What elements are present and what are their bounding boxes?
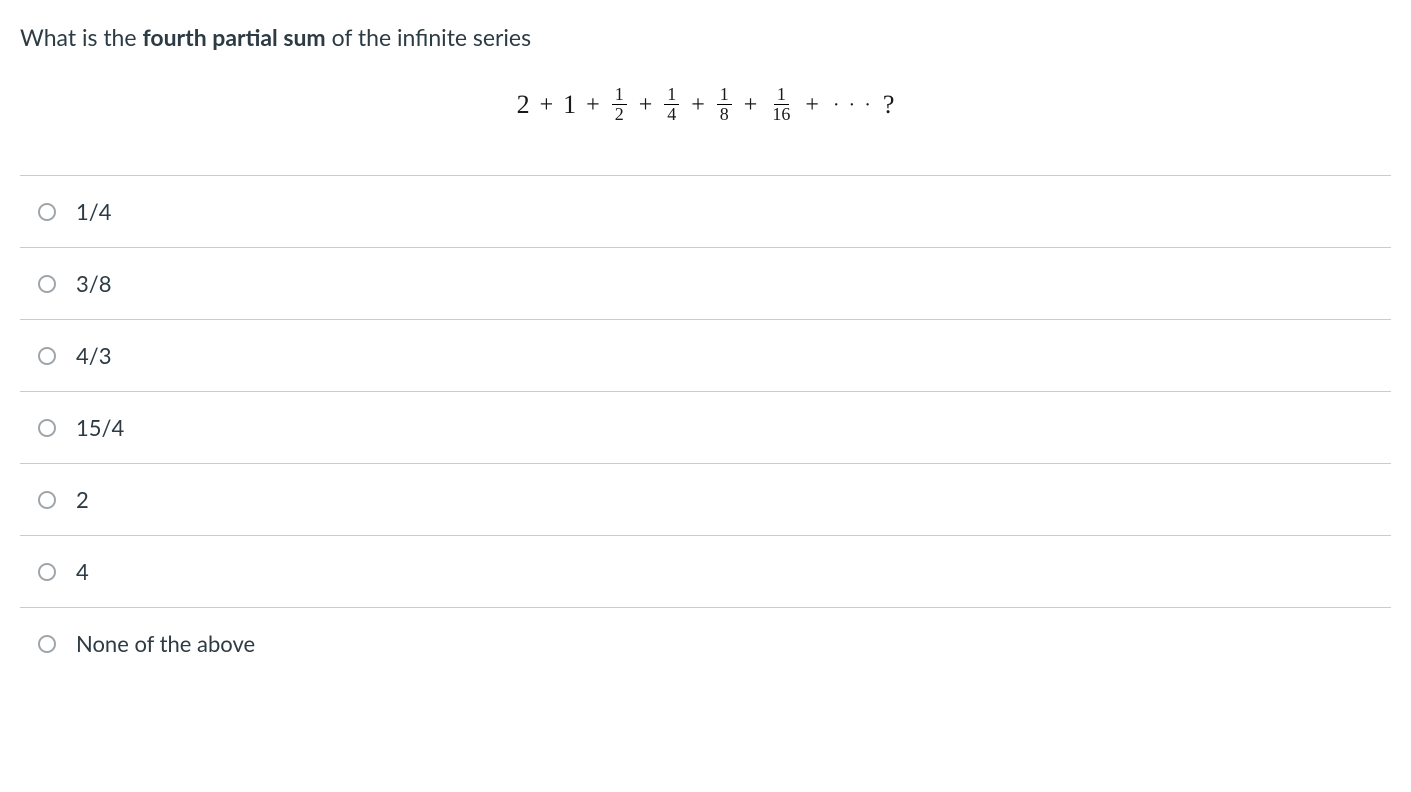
question-prefix: What is the	[20, 23, 142, 51]
answer-option-2[interactable]: 3/8	[20, 247, 1391, 319]
plus-icon: +	[540, 93, 554, 117]
radio-icon[interactable]	[38, 203, 56, 221]
answer-label: None of the above	[76, 630, 255, 657]
answer-label: 4/3	[76, 342, 111, 369]
fraction-4: 1 16	[769, 85, 793, 126]
answer-label: 2	[76, 486, 89, 513]
plus-icon: +	[805, 93, 819, 117]
answer-option-5[interactable]: 2	[20, 463, 1391, 535]
term-2: 1	[563, 92, 576, 118]
fraction-2: 1 4	[664, 85, 679, 126]
answer-label: 4	[76, 558, 89, 585]
plus-icon: +	[639, 93, 653, 117]
ellipsis-icon: · · ·	[833, 95, 873, 115]
answer-label: 15/4	[76, 414, 124, 441]
answer-option-3[interactable]: 4/3	[20, 319, 1391, 391]
radio-icon[interactable]	[38, 491, 56, 509]
radio-icon[interactable]	[38, 347, 56, 365]
fraction-1: 1 2	[612, 85, 627, 126]
plus-icon: +	[691, 93, 705, 117]
radio-icon[interactable]	[38, 275, 56, 293]
equation-display: 2 + 1 + 1 2 + 1 4 + 1 8 + 1 16 +	[20, 85, 1391, 126]
answer-option-1[interactable]: 1/4	[20, 175, 1391, 247]
question-container: What is the fourth partial sum of the in…	[0, 0, 1411, 679]
plus-icon: +	[586, 93, 600, 117]
question-suffix: of the infinite series	[326, 23, 531, 51]
answer-option-6[interactable]: 4	[20, 535, 1391, 607]
plus-icon: +	[744, 93, 758, 117]
fraction-3: 1 8	[717, 85, 732, 126]
question-mark: ?	[883, 92, 895, 118]
question-text: What is the fourth partial sum of the in…	[20, 20, 1391, 55]
answers-list: 1/4 3/8 4/3 15/4 2 4 None of the above	[20, 175, 1391, 679]
term-1: 2	[517, 92, 530, 118]
radio-icon[interactable]	[38, 419, 56, 437]
answer-label: 1/4	[76, 198, 111, 225]
answer-option-7[interactable]: None of the above	[20, 607, 1391, 679]
radio-icon[interactable]	[38, 635, 56, 653]
question-bold: fourth partial sum	[142, 23, 325, 51]
radio-icon[interactable]	[38, 563, 56, 581]
answer-label: 3/8	[76, 270, 111, 297]
answer-option-4[interactable]: 15/4	[20, 391, 1391, 463]
